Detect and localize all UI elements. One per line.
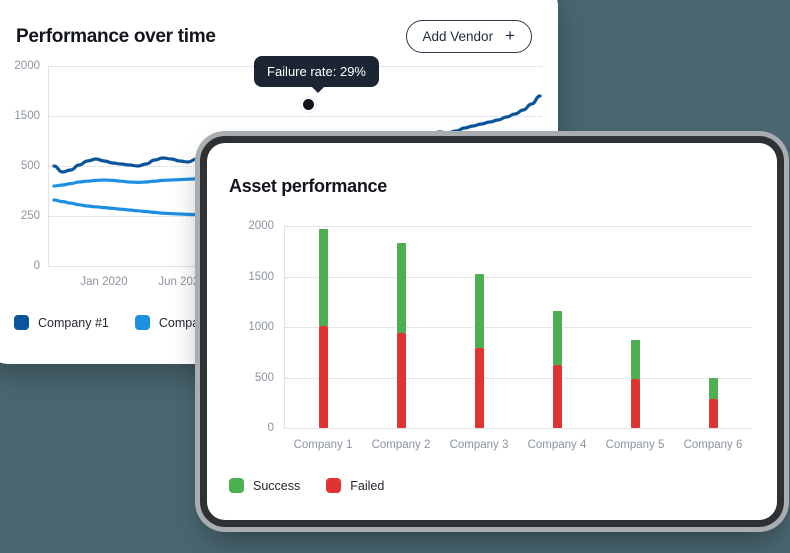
asset-performance-card: Asset performance 2000 1500 1000 500 0 Compan…	[207, 143, 777, 520]
bar-stack[interactable]	[318, 226, 328, 428]
bar-segment-failed[interactable]	[474, 348, 484, 428]
bar-chart-legend: Success Failed	[229, 478, 384, 493]
bar-segment-failed[interactable]	[708, 398, 718, 428]
tooltip-text: Failure rate: 29%	[267, 64, 366, 79]
bar-chart-y-tick: 2000	[248, 220, 274, 232]
bar-segment-success[interactable]	[318, 229, 328, 326]
bar-chart-x-axis	[284, 428, 752, 429]
bar-chart: 2000 1500 1000 500 0 Company 1 Company 2 Compan…	[207, 143, 777, 520]
bar-stack[interactable]	[708, 226, 718, 428]
bar-stack[interactable]	[474, 226, 484, 428]
legend-item[interactable]: Failed	[326, 478, 384, 493]
bar-segment-success[interactable]	[396, 243, 406, 334]
bar-segment-failed[interactable]	[630, 378, 640, 428]
bar-chart-y-axis	[284, 226, 285, 428]
legend-item[interactable]: Company #1	[14, 315, 109, 330]
legend-swatch-icon	[134, 315, 150, 330]
highlighted-data-point[interactable]	[301, 97, 316, 112]
bar-segment-failed[interactable]	[552, 365, 562, 428]
bar-segment-success[interactable]	[552, 310, 562, 366]
bar-stack[interactable]	[552, 226, 562, 428]
legend-label: Company #1	[38, 315, 109, 330]
gridline	[284, 276, 752, 278]
line-chart-legend: Company #1 Company #2	[14, 315, 230, 330]
bar-segment-success[interactable]	[474, 274, 484, 349]
bar-chart-x-tick: Company 4	[527, 439, 587, 451]
bar-segment-success[interactable]	[630, 340, 640, 379]
bar-chart-x-tick: Company 6	[683, 439, 743, 451]
gridline	[284, 327, 752, 328]
legend-swatch-icon	[14, 315, 29, 330]
legend-label: Success	[253, 478, 301, 493]
bar-segment-success[interactable]	[708, 377, 718, 399]
legend-label: Failed	[350, 478, 385, 493]
bar-chart-x-tick: Company 1	[293, 439, 353, 451]
bar-segment-failed[interactable]	[318, 325, 328, 428]
legend-swatch-icon	[229, 478, 244, 493]
bar-chart-y-tick: 0	[267, 422, 274, 434]
bar-chart-x-tick: Company 5	[605, 439, 665, 451]
bar-stack[interactable]	[630, 226, 640, 428]
bar-chart-y-tick: 1500	[248, 270, 274, 283]
legend-item[interactable]: Success	[229, 478, 300, 493]
bar-chart-x-tick: Company 3	[449, 439, 509, 451]
bar-stack[interactable]	[396, 226, 406, 428]
bar-segment-failed[interactable]	[396, 333, 406, 428]
bar-chart-y-tick: 1000	[248, 321, 274, 333]
bar-chart-x-tick: Company 2	[371, 439, 431, 451]
legend-swatch-icon	[326, 478, 342, 493]
screen: Performance over time Add Vendor + 2000 1…	[0, 0, 790, 553]
gridline	[284, 377, 752, 379]
gridline	[284, 226, 752, 227]
bar-chart-y-tick: 500	[254, 371, 274, 384]
failure-rate-tooltip: Failure rate: 29%	[254, 56, 379, 93]
